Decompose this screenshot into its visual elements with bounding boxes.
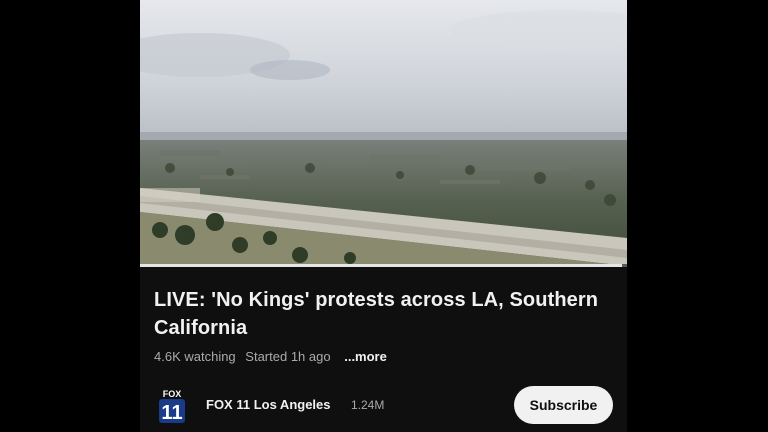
video-progress-fill bbox=[140, 264, 623, 267]
video-player[interactable] bbox=[140, 0, 627, 266]
video-title[interactable]: LIVE: 'No Kings' protests across LA, Sou… bbox=[154, 286, 614, 342]
logo-top-text: FOX bbox=[163, 389, 182, 399]
started-time: Started 1h ago bbox=[245, 349, 331, 364]
subscribe-button[interactable]: Subscribe bbox=[514, 386, 613, 424]
video-page: LIVE: 'No Kings' protests across LA, Sou… bbox=[140, 0, 627, 432]
channel-name[interactable]: FOX 11 Los Angeles bbox=[206, 397, 331, 412]
video-progress-bar[interactable] bbox=[140, 264, 627, 267]
aerial-city-footage bbox=[140, 0, 627, 266]
logo-number-text: 11 bbox=[161, 402, 182, 424]
fox11-logo-icon[interactable]: FOX 11 bbox=[154, 386, 190, 424]
more-link[interactable]: ...more bbox=[344, 349, 387, 364]
video-meta: 4.6K watching Started 1h ago ...more bbox=[154, 349, 393, 364]
channel-row: FOX 11 FOX 11 Los Angeles 1.24M Subscrib… bbox=[154, 384, 614, 426]
subscriber-count: 1.24M bbox=[351, 398, 385, 412]
watching-count: 4.6K watching bbox=[154, 349, 236, 364]
